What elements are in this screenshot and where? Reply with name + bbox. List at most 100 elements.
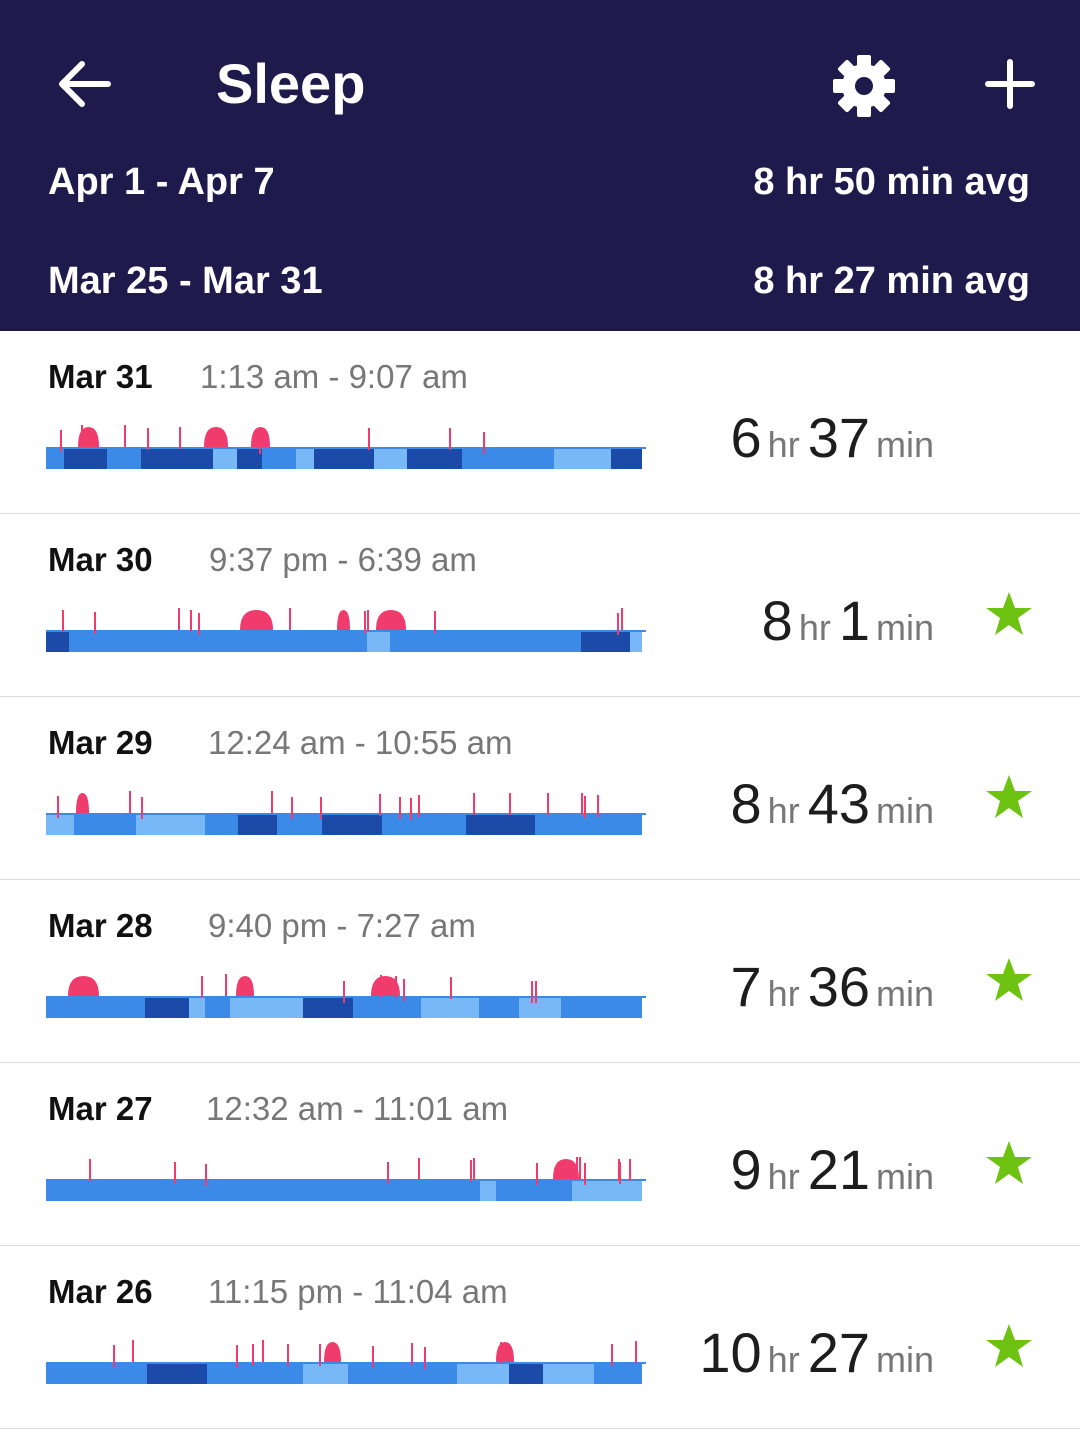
minutes-unit: min bbox=[875, 790, 934, 831]
stage-segment bbox=[78, 998, 119, 1018]
sleep-log-row[interactable]: Mar 29 12:24 am - 10:55 am 8 hr 43 min bbox=[0, 697, 1080, 880]
awake-tick bbox=[410, 798, 412, 820]
stage-segment bbox=[348, 1364, 387, 1384]
stage-segment bbox=[277, 815, 322, 835]
duration-minutes: 36 bbox=[807, 955, 870, 1018]
awake-tick bbox=[364, 611, 366, 633]
awake-tick bbox=[509, 793, 511, 815]
awake-tick bbox=[617, 613, 619, 635]
stage-segment bbox=[479, 998, 519, 1018]
sleep-log-row[interactable]: Mar 26 11:15 pm - 11:04 am 10 hr 27 min bbox=[0, 1246, 1080, 1429]
stage-segment bbox=[205, 815, 238, 835]
stage-segment bbox=[344, 1181, 404, 1201]
awake-tick bbox=[621, 608, 623, 630]
awake-tick bbox=[262, 1340, 264, 1362]
settings-button[interactable] bbox=[830, 52, 898, 120]
awake-tick bbox=[174, 1162, 176, 1184]
awake-tick bbox=[611, 1344, 613, 1366]
stage-segment bbox=[543, 1364, 594, 1384]
stage-segment bbox=[374, 449, 407, 469]
stage-segment bbox=[119, 998, 145, 1018]
minutes-unit: min bbox=[875, 1339, 934, 1380]
stage-segment bbox=[189, 998, 205, 1018]
sleep-duration: 6 hr 37 min bbox=[731, 403, 934, 488]
stage-segment bbox=[107, 449, 141, 469]
hours-unit: hr bbox=[767, 790, 800, 831]
stage-segment bbox=[594, 1364, 619, 1384]
sleep-log-row[interactable]: Mar 31 1:13 am - 9:07 am 6 hr 37 min bbox=[0, 331, 1080, 514]
stage-segment bbox=[615, 998, 642, 1018]
stage-segment bbox=[165, 632, 226, 652]
stage-segment bbox=[46, 1181, 83, 1201]
minutes-unit: min bbox=[875, 424, 934, 465]
minutes-unit: min bbox=[875, 607, 934, 648]
awake-tick bbox=[179, 427, 181, 449]
awake-tick bbox=[320, 797, 322, 819]
sleep-log-row[interactable]: Mar 27 12:32 am - 11:01 am 9 hr 21 min bbox=[0, 1063, 1080, 1246]
sleep-time-range: 12:24 am - 10:55 am bbox=[208, 724, 513, 761]
sleep-log-row[interactable]: Mar 28 9:40 pm - 7:27 am 7 hr 36 min bbox=[0, 880, 1080, 1063]
stage-segment bbox=[296, 449, 314, 469]
sleep-stages-graph bbox=[46, 791, 646, 835]
stage-segment bbox=[554, 449, 611, 469]
sleep-time-range: 9:40 pm - 7:27 am bbox=[208, 907, 476, 944]
night-date: Mar 29 bbox=[48, 724, 153, 761]
stage-baseline bbox=[46, 447, 646, 449]
stage-segment bbox=[103, 1181, 146, 1201]
sleep-log-row[interactable]: Mar 30 9:37 pm - 6:39 am 8 hr 1 min bbox=[0, 514, 1080, 697]
awake-tick bbox=[584, 1163, 586, 1185]
stage-segment bbox=[338, 632, 367, 652]
stage-segment bbox=[322, 815, 382, 835]
stage-baseline bbox=[46, 630, 646, 632]
awake-bump bbox=[204, 427, 228, 447]
star-icon bbox=[986, 775, 1032, 818]
awake-tick bbox=[60, 430, 62, 452]
stage-segment bbox=[291, 632, 338, 652]
sleep-stages-graph bbox=[46, 974, 646, 1018]
stage-segment bbox=[390, 632, 411, 652]
stage-segment bbox=[572, 1181, 609, 1201]
awake-tick bbox=[368, 428, 370, 450]
stage-segment bbox=[145, 998, 189, 1018]
awake-tick bbox=[399, 797, 401, 819]
awake-bump bbox=[236, 976, 254, 996]
sleep-duration: 8 hr 43 min bbox=[731, 769, 934, 854]
stage-segment bbox=[64, 449, 107, 469]
sleep-stages-graph bbox=[46, 1340, 646, 1384]
awake-tick bbox=[411, 1343, 413, 1365]
week-summary-row[interactable]: Mar 25 - Mar 31 8 hr 27 min avg bbox=[48, 251, 1030, 311]
duration-hours: 7 bbox=[730, 955, 762, 1018]
stage-segment bbox=[466, 815, 535, 835]
stage-segment bbox=[200, 1181, 253, 1201]
sleep-duration: 10 hr 27 min bbox=[699, 1318, 934, 1403]
stage-segment bbox=[367, 632, 390, 652]
minutes-unit: min bbox=[875, 1156, 934, 1197]
awake-tick bbox=[387, 1162, 389, 1184]
page-title: Sleep bbox=[216, 52, 366, 115]
awake-tick bbox=[252, 1344, 254, 1366]
stage-segment bbox=[230, 998, 303, 1018]
awake-tick bbox=[89, 1159, 91, 1181]
duration-hours: 6 bbox=[730, 406, 762, 469]
minutes-unit: min bbox=[875, 973, 934, 1014]
stage-segment bbox=[88, 1364, 147, 1384]
stage-segment bbox=[421, 815, 466, 835]
stage-segment bbox=[528, 449, 554, 469]
stage-segment bbox=[262, 449, 296, 469]
stage-segment bbox=[83, 1181, 103, 1201]
week-summary-row[interactable]: Apr 1 - Apr 7 8 hr 50 min avg bbox=[48, 152, 1030, 212]
week-average: 8 hr 50 min avg bbox=[753, 161, 1030, 203]
add-button[interactable] bbox=[982, 56, 1038, 112]
stage-segment bbox=[141, 449, 213, 469]
stage-segment bbox=[46, 1364, 88, 1384]
stage-segment bbox=[69, 632, 91, 652]
stage-baseline bbox=[46, 1179, 646, 1181]
awake-tick bbox=[424, 1347, 426, 1369]
awake-tick bbox=[584, 796, 586, 818]
stage-segment bbox=[303, 998, 353, 1018]
stage-segment bbox=[387, 1364, 457, 1384]
stage-segment bbox=[314, 449, 374, 469]
awake-tick bbox=[271, 791, 273, 813]
back-button[interactable] bbox=[52, 52, 116, 116]
star-icon bbox=[986, 1141, 1032, 1184]
